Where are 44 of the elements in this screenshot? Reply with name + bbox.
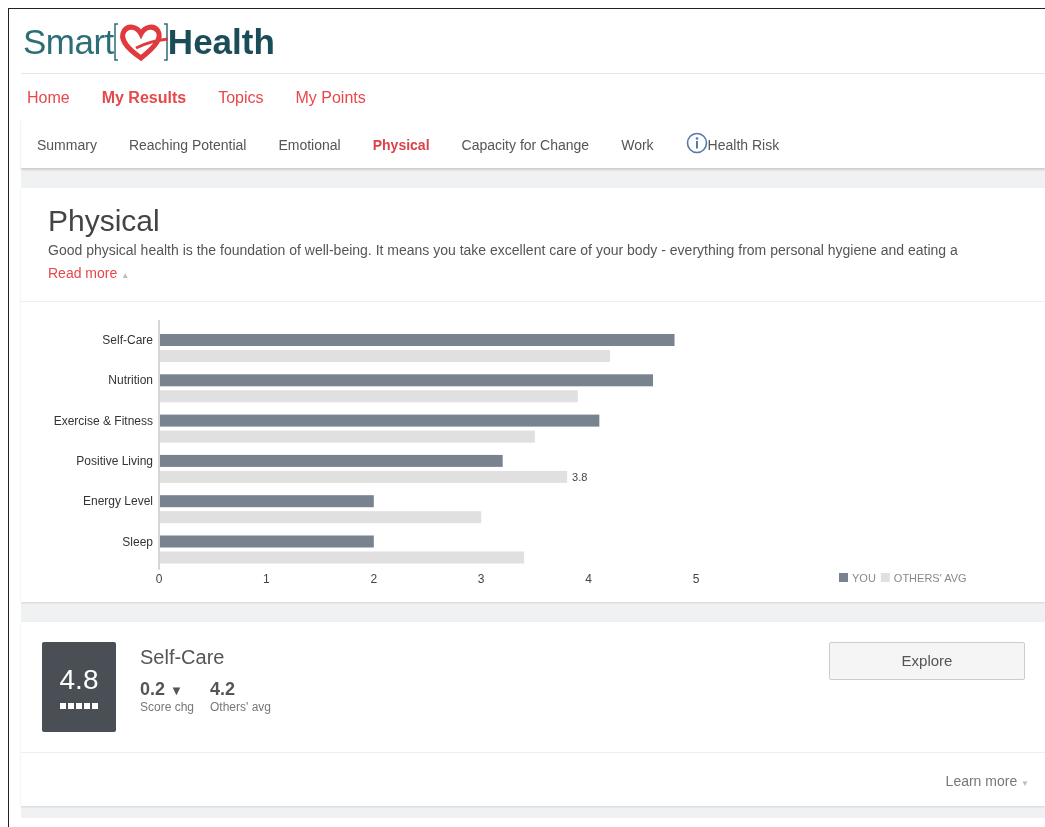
section-description: Good physical health is the foundation of well-being. It means you take excellent care of your body - everything from personal hygiene and eating a xyxy=(48,241,959,260)
explore-button[interactable]: Explore xyxy=(829,642,1025,680)
heart-bracket-icon xyxy=(113,20,168,64)
tick-label: 0 xyxy=(155,572,163,586)
section-title: Physical xyxy=(48,204,161,237)
nav-link[interactable]: My Results xyxy=(101,86,187,110)
tab[interactable]: Reaching Potential xyxy=(128,135,247,156)
legend-swatch-icon xyxy=(880,573,890,582)
axis-label: Energy Level xyxy=(82,494,153,509)
tab[interactable]: Work xyxy=(621,135,654,156)
axis-label: Self-Care xyxy=(102,333,153,347)
nav-link[interactable]: My Points xyxy=(295,86,366,110)
tab[interactable]: Capacity for Change xyxy=(461,135,590,156)
learn-more-link[interactable]: Learn more ▼ xyxy=(945,771,1029,792)
others-average-label: Others' avg xyxy=(210,699,271,716)
legend-swatch-icon xyxy=(839,573,848,582)
tick-label: 2 xyxy=(370,572,378,586)
tab[interactable]: Health Risk xyxy=(685,135,780,156)
score-change-label: Score chg xyxy=(140,699,195,716)
logo-text: Health xyxy=(167,20,275,63)
tick-label: 3 xyxy=(477,572,485,586)
others-average-value: 4.2 xyxy=(210,680,237,698)
info-icon xyxy=(685,131,708,154)
score-title: Self-Care xyxy=(140,645,226,670)
nav-link[interactable]: Topics xyxy=(218,86,264,110)
tick-label: 1 xyxy=(263,572,270,586)
value-label: 3.8 xyxy=(572,470,588,483)
tab[interactable]: Summary xyxy=(37,135,97,156)
rating-dots-icon xyxy=(60,703,98,710)
score-change-value: 0.2 ▼ xyxy=(140,680,184,698)
legend-label: OTHERS' AVG xyxy=(893,572,967,584)
tab[interactable]: Physical xyxy=(372,135,430,156)
score-value: 4.8 xyxy=(59,664,99,696)
axis-label: Sleep xyxy=(122,534,153,549)
legend-label: YOU xyxy=(852,572,876,584)
axis-label: Exercise & Fitness xyxy=(53,413,153,428)
axis-label: Positive Living xyxy=(76,453,153,468)
nav-link[interactable]: Home xyxy=(27,86,70,110)
tick-label: 5 xyxy=(692,572,700,586)
tab[interactable]: Emotional xyxy=(278,135,341,156)
axis-label: Nutrition xyxy=(108,373,153,388)
read-more-link[interactable]: Read more ▲ xyxy=(48,265,130,281)
logo-text: Smart xyxy=(23,20,114,63)
tick-label: 4 xyxy=(585,572,592,586)
